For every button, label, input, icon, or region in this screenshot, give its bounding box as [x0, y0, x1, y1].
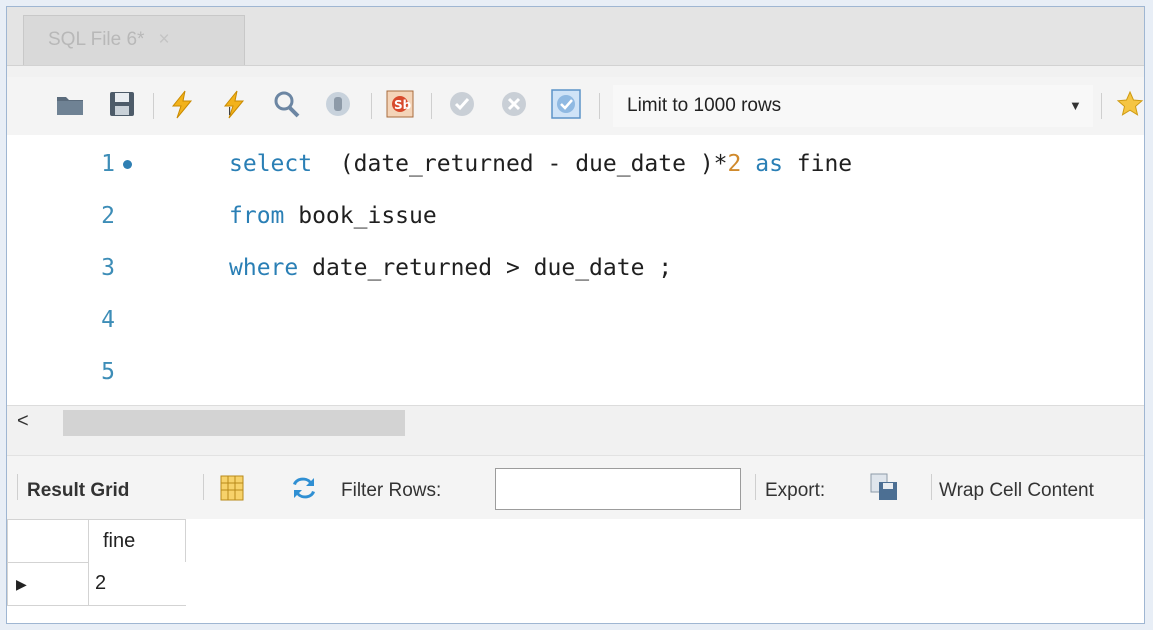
toolbar-separator [17, 474, 18, 500]
code-line: 5 [7, 349, 1144, 395]
autocommit-toggle-icon[interactable] [551, 89, 581, 119]
svg-text:I: I [228, 105, 231, 118]
filter-rows-label: Filter Rows: [341, 480, 442, 501]
toolbar-separator [755, 474, 756, 500]
keyword-from: from [229, 203, 285, 229]
line-number: 2 [101, 203, 115, 229]
result-grid-tab[interactable]: Result Grid [27, 480, 129, 502]
limit-rows-label: Limit to 1000 rows [627, 95, 782, 116]
filter-rows-input[interactable] [495, 468, 741, 510]
tab-sql-file[interactable]: SQL File 6* × [23, 15, 245, 65]
close-icon[interactable]: × [158, 29, 169, 50]
code-fragment: date_returned > due_date ; [298, 255, 673, 281]
rollback-cross-icon[interactable] [499, 89, 529, 119]
result-grid: fine ▶ 2 [7, 519, 1144, 623]
code-line: 1 select (date_returned - due_date )*2 a… [7, 141, 1144, 187]
execute-current-statement-icon[interactable]: I [219, 89, 249, 119]
star-icon[interactable] [1115, 89, 1144, 119]
code-fragment: book_issue [284, 203, 437, 229]
save-icon[interactable] [107, 89, 137, 119]
tab-title: SQL File 6* [48, 29, 145, 50]
code-text: from book_issue [229, 193, 437, 239]
open-folder-icon[interactable] [55, 89, 85, 119]
column-header-fine[interactable]: fine [88, 519, 186, 563]
table-cell[interactable]: 2 [88, 562, 186, 606]
editor-toolbar: I Sb Limit to 1000 rows ▼ [7, 77, 1144, 135]
toolbar-separator [203, 474, 204, 500]
keyword-as: as [741, 151, 783, 177]
column-header-label: fine [103, 530, 136, 552]
result-toolbar: Result Grid Filter Rows: Export: Wrap Ce… [7, 455, 1144, 520]
toggle-error-icon[interactable]: Sb [385, 89, 415, 119]
export-label: Export: [765, 480, 826, 501]
wrap-cell-content-label[interactable]: Wrap Cell Content [939, 480, 1144, 502]
explain-magnifier-icon[interactable] [271, 89, 301, 119]
refresh-arrows-icon[interactable] [289, 474, 319, 504]
row-pointer-icon: ▶ [16, 576, 27, 592]
code-line: 4 [7, 297, 1144, 343]
keyword-where: where [229, 255, 299, 281]
statement-marker-icon [123, 160, 132, 169]
scrollbar-thumb[interactable] [63, 410, 405, 436]
line-number: 5 [101, 359, 115, 385]
toolbar-separator [153, 93, 154, 119]
grid-view-icon[interactable] [219, 474, 249, 504]
line-number: 1 [101, 151, 115, 177]
line-number: 3 [101, 255, 115, 281]
export-save-icon[interactable] [869, 472, 899, 502]
code-text: where date_returned > due_date ; [229, 245, 672, 291]
scroll-left-icon[interactable]: < [17, 410, 29, 433]
row-header-corner [7, 519, 89, 563]
toolbar-separator [599, 93, 600, 119]
sql-editor-window: SQL File 6* × I Sb Limit to 1000 rows ▼ … [6, 6, 1145, 624]
tab-bar: SQL File 6* × [7, 7, 1144, 66]
toolbar-separator [931, 474, 932, 500]
code-text: select (date_returned - due_date )*2 as … [229, 141, 852, 187]
toolbar-separator [431, 93, 432, 119]
row-selector[interactable]: ▶ [7, 562, 89, 606]
cell-value: 2 [95, 572, 107, 594]
toolbar-separator [371, 93, 372, 119]
number-literal: 2 [727, 151, 742, 177]
code-fragment: (date_returned - due_date )* [312, 151, 728, 177]
line-number: 4 [101, 307, 115, 333]
svg-text:Sb: Sb [394, 98, 412, 112]
limit-rows-select[interactable]: Limit to 1000 rows ▼ [613, 85, 1093, 127]
sql-code-editor[interactable]: 1 select (date_returned - due_date )*2 a… [7, 135, 1144, 405]
execute-lightning-icon[interactable] [167, 89, 197, 119]
chevron-down-icon: ▼ [1069, 98, 1082, 113]
code-line: 2 from book_issue [7, 193, 1144, 239]
stop-hand-icon[interactable] [323, 89, 353, 119]
keyword-select: select [229, 151, 313, 177]
horizontal-scrollbar[interactable]: < [7, 405, 1144, 440]
toolbar-separator [1101, 93, 1102, 119]
code-fragment: fine [782, 151, 853, 177]
code-line: 3 where date_returned > due_date ; [7, 245, 1144, 291]
commit-check-icon[interactable] [447, 89, 477, 119]
